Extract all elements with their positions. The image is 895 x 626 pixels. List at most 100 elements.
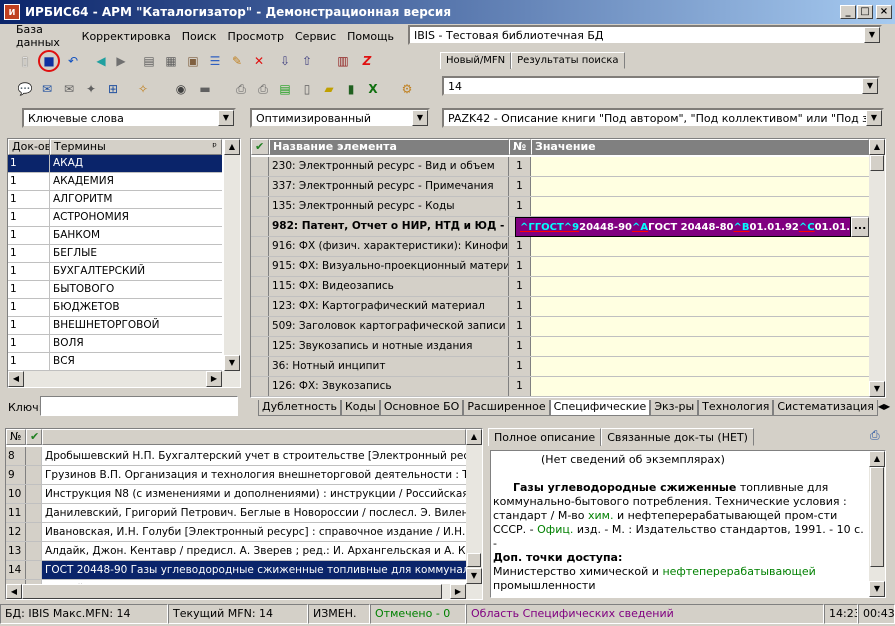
field-row[interactable]: 36: Нотный инципит 1 xyxy=(251,357,869,377)
record-row[interactable]: 13 Алдайк, Джон. Кентавр / предисл. А. Зв… xyxy=(6,542,466,561)
field-value[interactable] xyxy=(531,297,869,316)
tab-field-group[interactable]: Систематизация xyxy=(773,400,878,416)
link-him[interactable]: хим. xyxy=(588,509,613,522)
chevron-down-icon[interactable]: ▼ xyxy=(864,27,880,43)
row-indicator[interactable] xyxy=(251,277,269,296)
field-value[interactable] xyxy=(531,157,869,176)
doc-icon[interactable]: ▯ xyxy=(298,80,316,98)
tab-field-group[interactable]: Технология xyxy=(698,400,774,416)
edit-dialog-button[interactable]: ... xyxy=(851,217,869,237)
report-icon[interactable]: ▤ xyxy=(276,80,294,98)
scroll-right-icon[interactable]: ▶ xyxy=(450,584,466,599)
row-indicator[interactable] xyxy=(251,257,269,276)
edit-icon[interactable]: ✎ xyxy=(228,52,246,70)
scroll-thumb[interactable] xyxy=(870,467,884,567)
record-row[interactable]: 11 Данилевский, Григорий Петрович. Беглые… xyxy=(6,504,466,523)
mfn-input[interactable]: 14 ▼ xyxy=(442,76,880,96)
worksheet-select[interactable]: PAZK42 - Описание книги "Под автором", "… xyxy=(442,108,884,128)
records-header-num[interactable]: № xyxy=(6,429,26,445)
tab-field-group[interactable]: Экз-ры xyxy=(650,400,699,416)
link-neft[interactable]: нефтеперерабатывающей xyxy=(662,565,815,578)
desc-vscrollbar[interactable]: ▲ ▼ xyxy=(869,451,885,597)
open-folder-icon[interactable]: ▰ xyxy=(320,80,338,98)
tab-field-group[interactable]: Коды xyxy=(340,400,380,416)
field-row[interactable]: 916: ФХ (физич. характеристики): Кинофил… xyxy=(251,237,869,257)
dict-row[interactable]: 1 БАНКОМ xyxy=(8,227,222,245)
check-icon[interactable]: ✔ xyxy=(251,139,269,155)
field-value[interactable] xyxy=(531,257,869,276)
record-row[interactable]: 12 Ивановская, И.Н. Голуби [Электронный р… xyxy=(6,523,466,542)
scroll-up-icon[interactable]: ▲ xyxy=(466,429,482,445)
menu-view[interactable]: Просмотр xyxy=(228,30,284,43)
records-vscrollbar[interactable]: ▲ ▼ xyxy=(466,429,482,584)
tab-linked-docs[interactable]: Связанные док-ты (НЕТ) xyxy=(601,428,754,446)
row-indicator[interactable] xyxy=(251,197,269,216)
chart-icon[interactable]: ▮ xyxy=(342,80,360,98)
row-indicator[interactable] xyxy=(251,357,269,376)
export-icon[interactable]: ⇧ xyxy=(298,52,316,70)
scroll-thumb[interactable] xyxy=(870,155,884,171)
folder-icon[interactable]: ▬ xyxy=(196,80,214,98)
fields-header-num[interactable]: № xyxy=(509,139,531,155)
tab-field-group[interactable]: Расширенное xyxy=(463,400,550,416)
save-icon[interactable]: ■ xyxy=(38,50,60,72)
menu-help[interactable]: Помощь xyxy=(347,30,394,43)
dict-row[interactable]: 1 АКАДЕМИЯ xyxy=(8,173,222,191)
row-indicator[interactable] xyxy=(251,297,269,316)
tree-icon[interactable]: ⊞ xyxy=(104,80,122,98)
pin-icon[interactable]: ᵖ xyxy=(212,140,217,154)
dict-row[interactable]: 1 ВСЯ xyxy=(8,353,222,371)
check-icon[interactable]: ✔ xyxy=(26,429,42,445)
record-check[interactable] xyxy=(26,542,42,560)
mail-icon[interactable]: ✉ xyxy=(60,80,78,98)
record-check[interactable] xyxy=(26,504,42,522)
dict-row[interactable]: 1 АСТРОНОМИЯ xyxy=(8,209,222,227)
record-check[interactable] xyxy=(26,561,42,579)
row-indicator[interactable] xyxy=(251,157,269,176)
scroll-left-icon[interactable]: ◀ xyxy=(8,371,24,387)
field-row[interactable]: 123: ФХ: Картографический материал 1 xyxy=(251,297,869,317)
dict-row[interactable]: 1 ВОЛЯ xyxy=(8,335,222,353)
field-row[interactable]: 915: ФХ: Визуально-проекционный материал… xyxy=(251,257,869,277)
back-icon[interactable]: ◀ xyxy=(92,52,110,70)
row-indicator[interactable] xyxy=(251,217,269,236)
clean-icon[interactable]: ✧ xyxy=(134,80,152,98)
dict-header-count[interactable]: Док-ов xyxy=(8,139,50,155)
view-icon[interactable]: ◉ xyxy=(172,80,190,98)
scroll-thumb[interactable] xyxy=(467,553,481,567)
row-indicator[interactable] xyxy=(251,317,269,336)
database-select[interactable]: IBIS - Тестовая библиотечная БД ▼ xyxy=(408,25,882,45)
scroll-top-icon[interactable]: ▲ xyxy=(869,139,885,155)
field-row[interactable]: 115: ФХ: Видеозапись 1 xyxy=(251,277,869,297)
excel-icon[interactable]: X xyxy=(364,80,382,98)
list-icon[interactable]: ☰ xyxy=(206,52,224,70)
scroll-down-icon[interactable]: ▼ xyxy=(869,581,885,597)
row-indicator[interactable] xyxy=(251,237,269,256)
row-indicator[interactable] xyxy=(251,177,269,196)
undo-icon[interactable]: ↶ xyxy=(64,52,82,70)
chevron-down-icon[interactable]: ▼ xyxy=(412,110,428,126)
grid-icon[interactable]: ▦ xyxy=(162,52,180,70)
scroll-right-icon[interactable]: ▶ xyxy=(206,371,222,387)
delete-icon[interactable]: ✕ xyxy=(250,52,268,70)
dict-row[interactable]: 1 АКАД xyxy=(8,155,222,173)
field-value-editor[interactable]: ^ГГОСТ^920448-90^АГОСТ 20448-80^В01.01.9… xyxy=(515,217,851,237)
z-icon[interactable]: Z xyxy=(358,52,376,70)
maximize-button[interactable]: □ xyxy=(857,5,873,19)
fields-header-value[interactable]: Значение xyxy=(531,139,869,155)
record-check[interactable] xyxy=(26,447,42,465)
record-check[interactable] xyxy=(26,523,42,541)
menu-edit[interactable]: Корректировка xyxy=(82,30,171,43)
minimize-button[interactable]: _ xyxy=(840,5,856,19)
field-value[interactable] xyxy=(531,357,869,376)
chevron-down-icon[interactable]: ▼ xyxy=(218,110,234,126)
tab-new-mfn[interactable]: Новый/MFN xyxy=(440,52,512,69)
new-icon[interactable]: ▯ xyxy=(16,52,34,70)
dict-row[interactable]: 1 БЮДЖЕТОВ xyxy=(8,299,222,317)
mode-select[interactable]: Оптимизированный ▼ xyxy=(250,108,430,128)
tab-scroll-arrows[interactable]: ◀▶ xyxy=(878,400,890,416)
records-hscrollbar[interactable]: ◀ ▶ xyxy=(6,584,482,599)
comment-icon[interactable]: 💬 xyxy=(16,80,34,98)
field-row[interactable]: 135: Электронный ресурс - Коды 1 xyxy=(251,197,869,217)
record-check[interactable] xyxy=(26,485,42,503)
